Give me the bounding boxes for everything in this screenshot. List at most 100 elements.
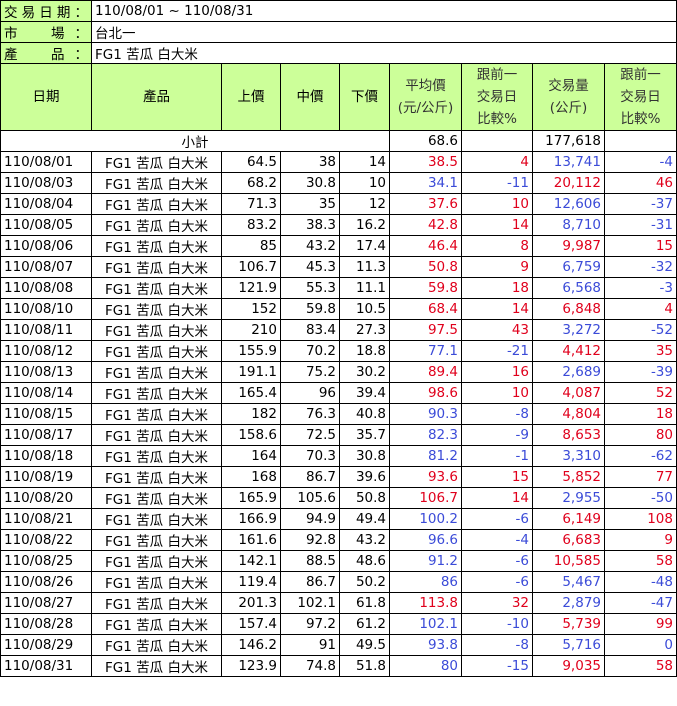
row-volume: 5,739: [532, 613, 605, 635]
row-average-change: 14: [461, 298, 533, 320]
table-row: 110/08/31 FG1 苦瓜 白大米 123.9 74.8 51.8 80 -15 9,0…: [0, 655, 677, 677]
row-volume: 4,804: [532, 403, 605, 425]
row-average-price: 80: [389, 655, 462, 677]
row-product: FG1 苦瓜 白大米: [91, 382, 222, 404]
table-row: 110/08/12 FG1 苦瓜 白大米 155.9 70.2 18.8 77.1 -21 4…: [0, 340, 677, 362]
row-average-change: -15: [461, 655, 533, 677]
row-product: FG1 苦瓜 白大米: [91, 655, 222, 677]
header-average-change: 跟前一 交易日 比較%: [461, 63, 533, 131]
row-high-price: 155.9: [221, 340, 281, 362]
row-date: 110/08/07: [0, 256, 92, 278]
row-average-price: 59.8: [389, 277, 462, 299]
product-label: 產 品：: [0, 42, 92, 64]
table-row: 110/08/27 FG1 苦瓜 白大米 201.3 102.1 61.8 113.8 32…: [0, 592, 677, 614]
row-volume: 6,683: [532, 529, 605, 551]
header-low-price: 下價: [339, 63, 390, 131]
row-date: 110/08/25: [0, 550, 92, 572]
row-volume-change: -47: [604, 592, 677, 614]
header-high-price: 上價: [221, 63, 281, 131]
row-high-price: 165.9: [221, 487, 281, 509]
row-mid-price: 83.4: [280, 319, 340, 341]
row-date: 110/08/17: [0, 424, 92, 446]
row-low-price: 11.1: [339, 277, 390, 299]
row-volume-change: 99: [604, 613, 677, 635]
row-average-price: 90.3: [389, 403, 462, 425]
row-volume: 6,848: [532, 298, 605, 320]
row-volume: 9,987: [532, 235, 605, 257]
row-average-price: 93.8: [389, 634, 462, 656]
row-average-change: -6: [461, 508, 533, 530]
row-product: FG1 苦瓜 白大米: [91, 634, 222, 656]
date-range-label: 交易日期：: [0, 0, 92, 22]
row-volume: 8,653: [532, 424, 605, 446]
table-row: 110/08/26 FG1 苦瓜 白大米 119.4 86.7 50.2 86 -6 5,46…: [0, 571, 677, 593]
row-volume: 3,310: [532, 445, 605, 467]
row-average-change: -6: [461, 550, 533, 572]
row-volume: 5,467: [532, 571, 605, 593]
row-average-change: -10: [461, 613, 533, 635]
row-average-price: 93.6: [389, 466, 462, 488]
table-row: 110/08/17 FG1 苦瓜 白大米 158.6 72.5 35.7 82.3 -9 8,…: [0, 424, 677, 446]
row-mid-price: 76.3: [280, 403, 340, 425]
row-average-price: 34.1: [389, 172, 462, 194]
row-date: 110/08/11: [0, 319, 92, 341]
row-volume: 2,689: [532, 361, 605, 383]
product-value: FG1 苦瓜 白大米: [91, 42, 677, 64]
row-average-change: 32: [461, 592, 533, 614]
row-product: FG1 苦瓜 白大米: [91, 571, 222, 593]
row-volume: 3,272: [532, 319, 605, 341]
row-average-change: 8: [461, 235, 533, 257]
row-high-price: 201.3: [221, 592, 281, 614]
row-high-price: 164: [221, 445, 281, 467]
row-high-price: 191.1: [221, 361, 281, 383]
row-product: FG1 苦瓜 白大米: [91, 424, 222, 446]
row-low-price: 49.4: [339, 508, 390, 530]
row-product: FG1 苦瓜 白大米: [91, 466, 222, 488]
row-product: FG1 苦瓜 白大米: [91, 550, 222, 572]
row-mid-price: 35: [280, 193, 340, 215]
table-row: 110/08/01 FG1 苦瓜 白大米 64.5 38 14 38.5 4 13,741 -4: [0, 151, 677, 173]
row-low-price: 27.3: [339, 319, 390, 341]
table-row: 110/08/14 FG1 苦瓜 白大米 165.4 96 39.4 98.6 10 4,08…: [0, 382, 677, 404]
row-volume-change: -37: [604, 193, 677, 215]
header-product: 產品: [91, 63, 222, 131]
row-low-price: 16.2: [339, 214, 390, 236]
row-low-price: 61.2: [339, 613, 390, 635]
row-mid-price: 105.6: [280, 487, 340, 509]
subtotal-average-change: [461, 130, 533, 152]
header-average-price: 平均價 (元/公斤): [389, 63, 462, 131]
row-product: FG1 苦瓜 白大米: [91, 256, 222, 278]
row-high-price: 119.4: [221, 571, 281, 593]
row-average-change: -4: [461, 529, 533, 551]
row-high-price: 121.9: [221, 277, 281, 299]
row-product: FG1 苦瓜 白大米: [91, 214, 222, 236]
row-product: FG1 苦瓜 白大米: [91, 487, 222, 509]
row-volume-change: -4: [604, 151, 677, 173]
row-date: 110/08/29: [0, 634, 92, 656]
row-product: FG1 苦瓜 白大米: [91, 340, 222, 362]
date-range-row: 交易日期： 110/08/01 ~ 110/08/31: [0, 0, 677, 22]
row-volume-change: 77: [604, 466, 677, 488]
row-high-price: 182: [221, 403, 281, 425]
row-volume: 4,412: [532, 340, 605, 362]
row-product: FG1 苦瓜 白大米: [91, 298, 222, 320]
row-average-change: -1: [461, 445, 533, 467]
row-average-price: 89.4: [389, 361, 462, 383]
row-product: FG1 苦瓜 白大米: [91, 445, 222, 467]
row-low-price: 18.8: [339, 340, 390, 362]
row-volume: 6,568: [532, 277, 605, 299]
row-average-price: 68.4: [389, 298, 462, 320]
header-volume-change: 跟前一 交易日 比較%: [604, 63, 677, 131]
row-high-price: 68.2: [221, 172, 281, 194]
subtotal-average: 68.6: [389, 130, 462, 152]
row-date: 110/08/13: [0, 361, 92, 383]
row-low-price: 30.8: [339, 445, 390, 467]
row-average-price: 98.6: [389, 382, 462, 404]
row-product: FG1 苦瓜 白大米: [91, 193, 222, 215]
row-high-price: 157.4: [221, 613, 281, 635]
row-high-price: 168: [221, 466, 281, 488]
row-high-price: 146.2: [221, 634, 281, 656]
row-low-price: 40.8: [339, 403, 390, 425]
row-average-change: -8: [461, 634, 533, 656]
row-high-price: 106.7: [221, 256, 281, 278]
